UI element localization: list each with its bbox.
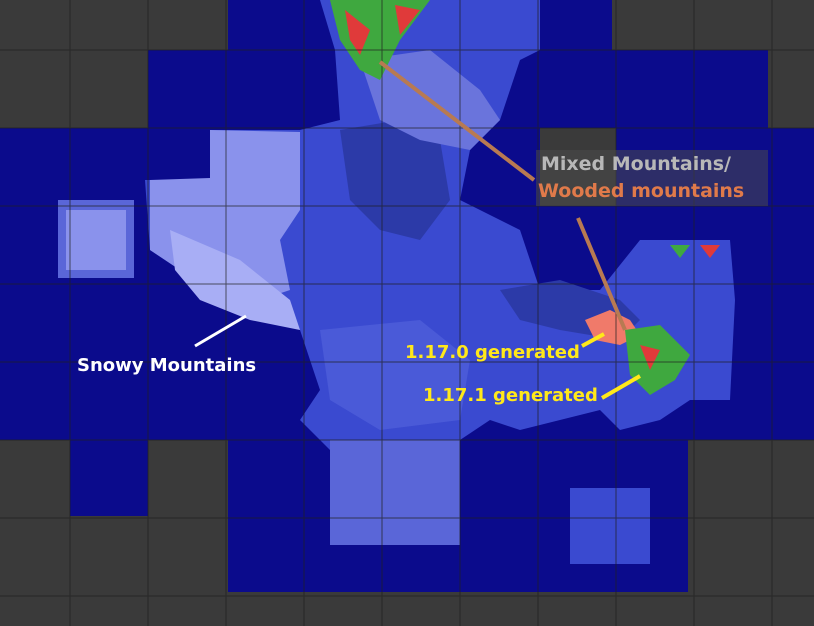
unexplored-tile — [0, 0, 228, 50]
world-map — [0, 0, 814, 626]
unexplored-tile — [612, 0, 768, 50]
gen-1170-label: 1.17.0 generated — [405, 342, 580, 363]
unexplored-tile — [768, 0, 814, 128]
unexplored-tile — [0, 50, 148, 128]
mixed-mountains-label: Mixed Mountains/ — [541, 153, 731, 175]
gen-1171-label: 1.17.1 generated — [423, 385, 598, 406]
snowy-mountains-label: Snowy Mountains — [77, 355, 257, 376]
wooded-mountains-label: Wooded mountains — [538, 180, 745, 202]
